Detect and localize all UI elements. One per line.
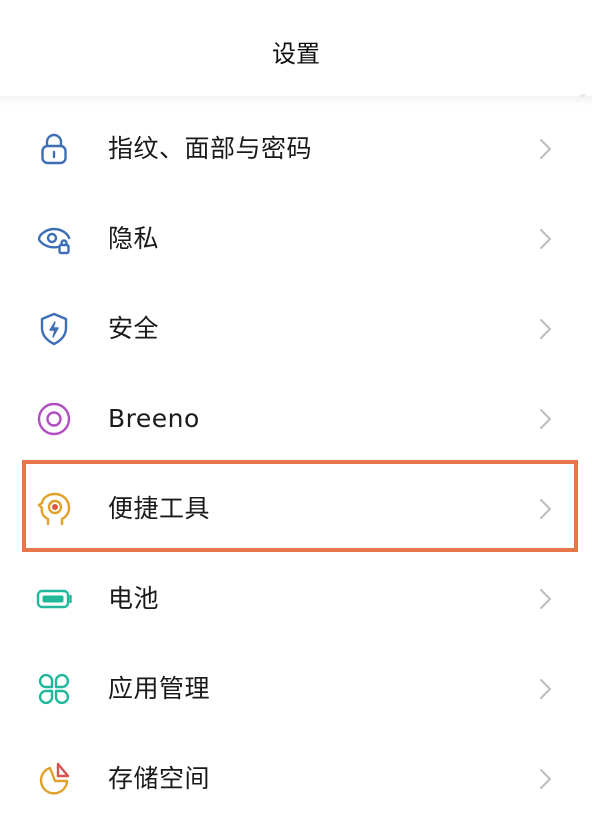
settings-item-fingerprint-face-password[interactable]: 指纹、面部与密码 (0, 104, 592, 194)
chevron-right-icon (538, 767, 554, 791)
settings-item-label: Breeno (108, 404, 200, 433)
chevron-right-icon (538, 137, 554, 161)
settings-item-label: 电池 (108, 584, 160, 613)
privacy-eye-lock-icon (36, 221, 72, 257)
chevron-right-icon (538, 407, 554, 431)
settings-item-privacy[interactable]: 隐私 (0, 194, 592, 284)
settings-item-app-management[interactable]: 应用管理 (0, 644, 592, 734)
settings-item-label: 存储空间 (108, 764, 211, 793)
settings-item-battery[interactable]: 电池 (0, 554, 592, 644)
settings-item-label: 安全 (108, 314, 160, 343)
settings-item-security[interactable]: 安全 (0, 284, 592, 374)
settings-item-label: 应用管理 (108, 674, 211, 703)
highlight-box (22, 460, 578, 552)
lock-icon (36, 131, 72, 167)
page-title: 设置 (272, 40, 320, 68)
chevron-right-icon (538, 677, 554, 701)
breeno-circle-icon (36, 401, 72, 437)
settings-item-label: 指纹、面部与密码 (108, 134, 313, 163)
app-grid-icon (36, 671, 72, 707)
shield-bolt-icon (36, 311, 72, 347)
chevron-right-icon (538, 227, 554, 251)
header: 设置 (0, 0, 592, 106)
chevron-right-icon (538, 587, 554, 611)
storage-pie-icon (36, 761, 72, 797)
battery-icon (36, 581, 72, 617)
scroll-indicator (580, 94, 586, 97)
settings-item-breeno[interactable]: Breeno (0, 374, 592, 464)
settings-item-label: 隐私 (108, 224, 160, 253)
chevron-right-icon (538, 317, 554, 341)
settings-item-storage[interactable]: 存储空间 (0, 734, 592, 824)
